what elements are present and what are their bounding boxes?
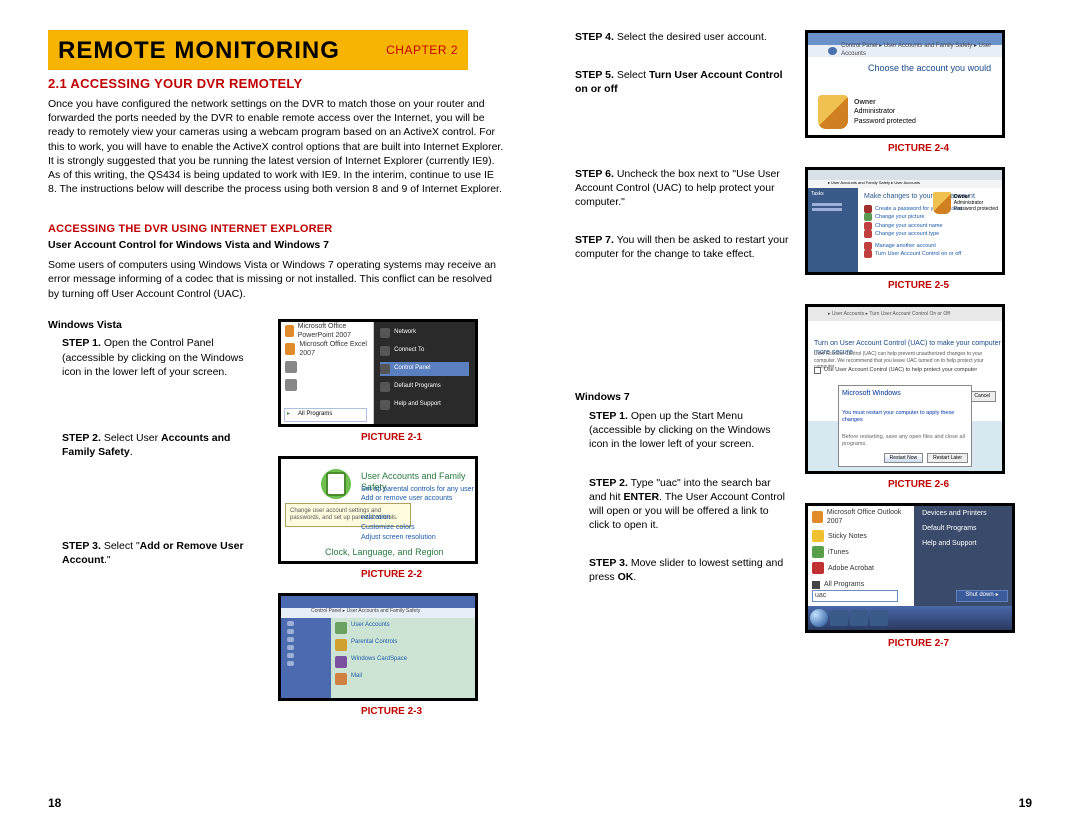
- header-title: REMOTE MONITORING: [58, 35, 340, 66]
- body-text: Some users of computers using Windows Vi…: [48, 258, 505, 301]
- step-text: .: [130, 446, 133, 458]
- os-win7-heading: Windows 7: [575, 391, 791, 405]
- picture-2-2: User Accounts and Family Safety Set up p…: [278, 456, 478, 564]
- all-programs: ▸All Programs: [284, 408, 367, 422]
- vista-step3: STEP 3. Select "Add or Remove User Accou…: [62, 539, 264, 567]
- os-vista-heading: Windows Vista: [48, 319, 264, 333]
- page-left: REMOTE MONITORING CHAPTER 2 2.1 ACCESSIN…: [0, 0, 540, 834]
- step4: STEP 4. Select the desired user account.: [575, 30, 791, 44]
- picture-2-6: ▸ User Accounts ▸ Turn User Account Cont…: [805, 304, 1005, 474]
- step-text: .": [104, 554, 111, 566]
- win7-step3: STEP 3. Move slider to lowest setting an…: [589, 556, 791, 584]
- search-input: uac: [812, 590, 898, 602]
- picture-2-4: Control Panel ▸ User Accounts and Family…: [805, 30, 1005, 138]
- caption-2-3: PICTURE 2-3: [278, 705, 505, 718]
- sub-sub-heading: User Account Control for Windows Vista a…: [48, 239, 505, 253]
- start-orb-icon: [810, 609, 828, 627]
- picture-2-1: Microsoft Office PowerPoint 2007 Microso…: [278, 319, 478, 427]
- page-num-right: 19: [1019, 796, 1032, 812]
- shutdown-button: Shut down: [956, 590, 1008, 602]
- step7: STEP 7. You will then be asked to restar…: [575, 233, 791, 261]
- chapter-header: REMOTE MONITORING CHAPTER 2: [48, 30, 468, 70]
- step-text: Select User: [101, 432, 161, 444]
- win7-step1: STEP 1. Open up the Start Menu (accessib…: [589, 409, 791, 452]
- chapter-label: CHAPTER 2: [386, 43, 458, 59]
- step-label: STEP 1.: [62, 337, 101, 349]
- picture-2-3: Control Panel ▸ User Accounts and Family…: [278, 593, 478, 701]
- sub-heading: ACCESSING THE DVR USING INTERNET EXPLORE…: [48, 222, 505, 236]
- vista-step1: STEP 1. Open the Control Panel (accessib…: [62, 336, 264, 379]
- vista-step2: STEP 2. Select User Accounts and Family …: [62, 431, 264, 459]
- caption-2-1: PICTURE 2-1: [278, 431, 505, 444]
- step-label: STEP 2.: [62, 432, 101, 444]
- step-text: Select ": [101, 540, 140, 552]
- intro-text: Once you have configured the network set…: [48, 97, 505, 196]
- caption-2-2: PICTURE 2-2: [278, 568, 505, 581]
- page-num-left: 18: [48, 796, 61, 812]
- caption-2-7: PICTURE 2-7: [805, 637, 1032, 650]
- win7-step2: STEP 2. Type "uac" into the search bar a…: [589, 476, 791, 533]
- step6: STEP 6. Uncheck the box next to "Use Use…: [575, 167, 791, 210]
- caption-2-4: PICTURE 2-4: [805, 142, 1032, 155]
- section-heading: 2.1 ACCESSING YOUR DVR REMOTELY: [48, 76, 505, 93]
- step5: STEP 5. Select Turn User Account Control…: [575, 68, 791, 96]
- step-label: STEP 3.: [62, 540, 101, 552]
- page-right: STEP 4. Select the desired user account.…: [540, 0, 1080, 834]
- caption-2-6: PICTURE 2-6: [805, 478, 1032, 491]
- picture-2-7: Microsoft Office Outlook 2007 Sticky Not…: [805, 503, 1015, 633]
- caption-2-5: PICTURE 2-5: [805, 279, 1032, 292]
- picture-2-5: ▸ User Accounts and Family Safety ▸ User…: [805, 167, 1005, 275]
